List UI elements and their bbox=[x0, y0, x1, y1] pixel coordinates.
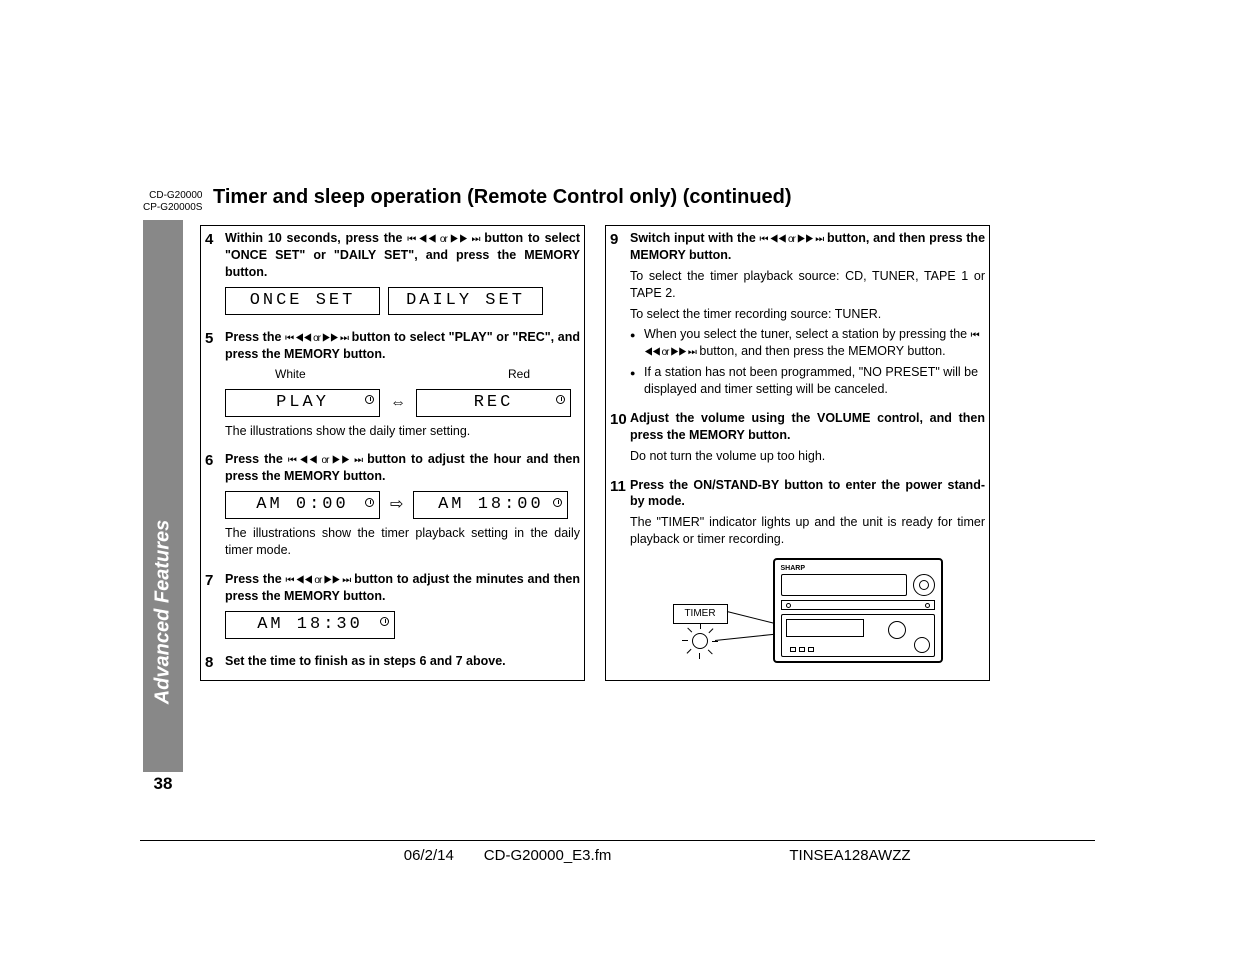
step-note: Do not turn the volume up too high. bbox=[630, 448, 985, 465]
lcd-am-000: AM 0:00 bbox=[225, 491, 380, 519]
lcd-row: AM 18:30 bbox=[225, 611, 580, 639]
skip-icon: ⏮ ◀◀ or ▶▶ ⏭ bbox=[760, 234, 824, 245]
lcd-row: ONCE SET DAILY SET bbox=[225, 287, 580, 315]
brand-label: SHARP bbox=[781, 564, 806, 573]
step-instruction: Within 10 seconds, press the ⏮ ◀◀ or ▶▶ … bbox=[225, 230, 580, 281]
side-tab: Advanced Features bbox=[143, 220, 183, 780]
lcd-play: PLAY bbox=[225, 389, 380, 417]
stereo-icon: SHARP bbox=[773, 558, 943, 663]
text: Switch input with the bbox=[630, 231, 760, 245]
section-label: Advanced Features bbox=[152, 520, 175, 705]
step-9: 9 Switch input with the ⏮ ◀◀ or ▶▶ ⏭ but… bbox=[606, 226, 989, 406]
timer-callout: TIMER bbox=[673, 604, 728, 624]
step-note: To select the timer playback source: CD,… bbox=[630, 268, 985, 302]
step-11: 11 Press the ON/STAND-BY button to enter… bbox=[606, 473, 989, 681]
step-number: 8 bbox=[205, 653, 225, 674]
step-instruction: Switch input with the ⏮ ◀◀ or ▶▶ ⏭ butto… bbox=[630, 230, 985, 264]
page-title: Timer and sleep operation (Remote Contro… bbox=[213, 186, 792, 209]
step-instruction: Press the ⏮ ◀◀ or ▶▶ ⏭ button to adjust … bbox=[225, 571, 580, 605]
step-instruction: Adjust the volume using the VOLUME contr… bbox=[630, 410, 985, 444]
page-number: 38 bbox=[143, 772, 183, 796]
timer-indicator-icon bbox=[683, 624, 717, 658]
text: AM 18:00 bbox=[438, 496, 544, 514]
model-line-1: CD-G20000 bbox=[143, 190, 202, 202]
bullet-item: If a station has not been programmed, "N… bbox=[630, 364, 985, 398]
footer-date: 06/2/14 bbox=[140, 847, 484, 864]
lcd-row: PLAY ⇔ REC bbox=[225, 389, 580, 417]
step-note: To select the timer recording source: TU… bbox=[630, 306, 985, 323]
step-number: 4 bbox=[205, 230, 225, 321]
right-steps-box: 9 Switch input with the ⏮ ◀◀ or ▶▶ ⏭ but… bbox=[605, 225, 990, 681]
footer-file: CD-G20000_E3.fm bbox=[484, 847, 790, 864]
lcd-rec: REC bbox=[416, 389, 571, 417]
step-number: 7 bbox=[205, 571, 225, 645]
step-instruction: Set the time to finish as in steps 6 and… bbox=[225, 653, 580, 670]
skip-icon: ⏮ ◀◀ or ▶▶ ⏭ bbox=[407, 234, 479, 245]
skip-icon: ⏮ ◀◀ or ▶▶ ⏭ bbox=[286, 575, 351, 586]
lcd-once-set: ONCE SET bbox=[225, 287, 380, 315]
step-note: The illustrations show the timer playbac… bbox=[225, 525, 580, 559]
step-4: 4 Within 10 seconds, press the ⏮ ◀◀ or ▶… bbox=[201, 226, 584, 325]
content-columns: 4 Within 10 seconds, press the ⏮ ◀◀ or ▶… bbox=[200, 225, 990, 681]
step-number: 11 bbox=[610, 477, 630, 677]
lcd-row: AM 0:00 ⇨ AM 18:00 bbox=[225, 491, 580, 519]
step-number: 5 bbox=[205, 329, 225, 444]
step-number: 10 bbox=[610, 410, 630, 469]
timer-icon bbox=[364, 392, 375, 410]
arrow-icon: ⇨ bbox=[388, 494, 405, 516]
device-illustration: TIMER bbox=[673, 558, 943, 668]
model-line-2: CP-G20000S bbox=[143, 202, 202, 214]
step-instruction: Press the ⏮ ◀◀ or ▶▶ ⏭ button to adjust … bbox=[225, 451, 580, 485]
footer-code: TINSEA128AWZZ bbox=[789, 847, 1095, 864]
step-6: 6 Press the ⏮ ◀◀ or ▶▶ ⏭ button to adjus… bbox=[201, 447, 584, 567]
step-8: 8 Set the time to finish as in steps 6 a… bbox=[201, 649, 584, 678]
timer-icon bbox=[552, 494, 563, 512]
label-red: Red bbox=[508, 366, 530, 382]
text: REC bbox=[474, 394, 514, 412]
leader-line bbox=[726, 611, 773, 624]
text: Press the bbox=[225, 330, 285, 344]
timer-icon bbox=[555, 392, 566, 410]
step-5: 5 Press the ⏮ ◀◀ or ▶▶ ⏭ button to selec… bbox=[201, 325, 584, 448]
text: When you select the tuner, select a stat… bbox=[644, 327, 971, 341]
step-note: The "TIMER" indicator lights up and the … bbox=[630, 514, 985, 548]
step-number: 9 bbox=[610, 230, 630, 402]
step-instruction: Press the ⏮ ◀◀ or ▶▶ ⏭ button to select … bbox=[225, 329, 580, 363]
left-steps-box: 4 Within 10 seconds, press the ⏮ ◀◀ or ▶… bbox=[200, 225, 585, 681]
leader-line bbox=[714, 633, 779, 641]
timer-icon bbox=[364, 494, 375, 512]
skip-icon: ⏮ ◀◀ or ▶▶ ⏭ bbox=[285, 333, 348, 344]
timer-icon bbox=[379, 614, 390, 632]
arrow-icon: ⇔ bbox=[388, 392, 408, 414]
model-label: CD-G20000 CP-G20000S bbox=[143, 190, 202, 214]
color-labels: White Red bbox=[225, 366, 580, 382]
text: Within 10 seconds, press the bbox=[225, 231, 407, 245]
lcd-am-1800: AM 18:00 bbox=[413, 491, 568, 519]
text: button, and then press the MEMORY button… bbox=[696, 344, 946, 358]
step-10: 10 Adjust the volume using the VOLUME co… bbox=[606, 406, 989, 473]
step-note: The illustrations show the daily timer s… bbox=[225, 423, 580, 440]
lcd-daily-set: DAILY SET bbox=[388, 287, 543, 315]
text: AM 0:00 bbox=[256, 496, 348, 514]
bullet-list: When you select the tuner, select a stat… bbox=[630, 326, 985, 398]
step-instruction: Press the ON/STAND-BY button to enter th… bbox=[630, 477, 985, 511]
label-white: White bbox=[275, 366, 306, 382]
lcd-am-1830: AM 18:30 bbox=[225, 611, 395, 639]
step-number: 6 bbox=[205, 451, 225, 563]
footer: 06/2/14 CD-G20000_E3.fm TINSEA128AWZZ bbox=[140, 840, 1095, 864]
text: Press the bbox=[225, 452, 288, 466]
text: AM 18:30 bbox=[257, 616, 363, 634]
skip-icon: ⏮ ◀◀ or ▶▶ ⏭ bbox=[288, 455, 362, 466]
text: Press the bbox=[225, 572, 286, 586]
step-7: 7 Press the ⏮ ◀◀ or ▶▶ ⏭ button to adjus… bbox=[201, 567, 584, 649]
text: PLAY bbox=[276, 394, 329, 412]
right-column: 9 Switch input with the ⏮ ◀◀ or ▶▶ ⏭ but… bbox=[605, 225, 990, 681]
bullet-item: When you select the tuner, select a stat… bbox=[630, 326, 985, 360]
